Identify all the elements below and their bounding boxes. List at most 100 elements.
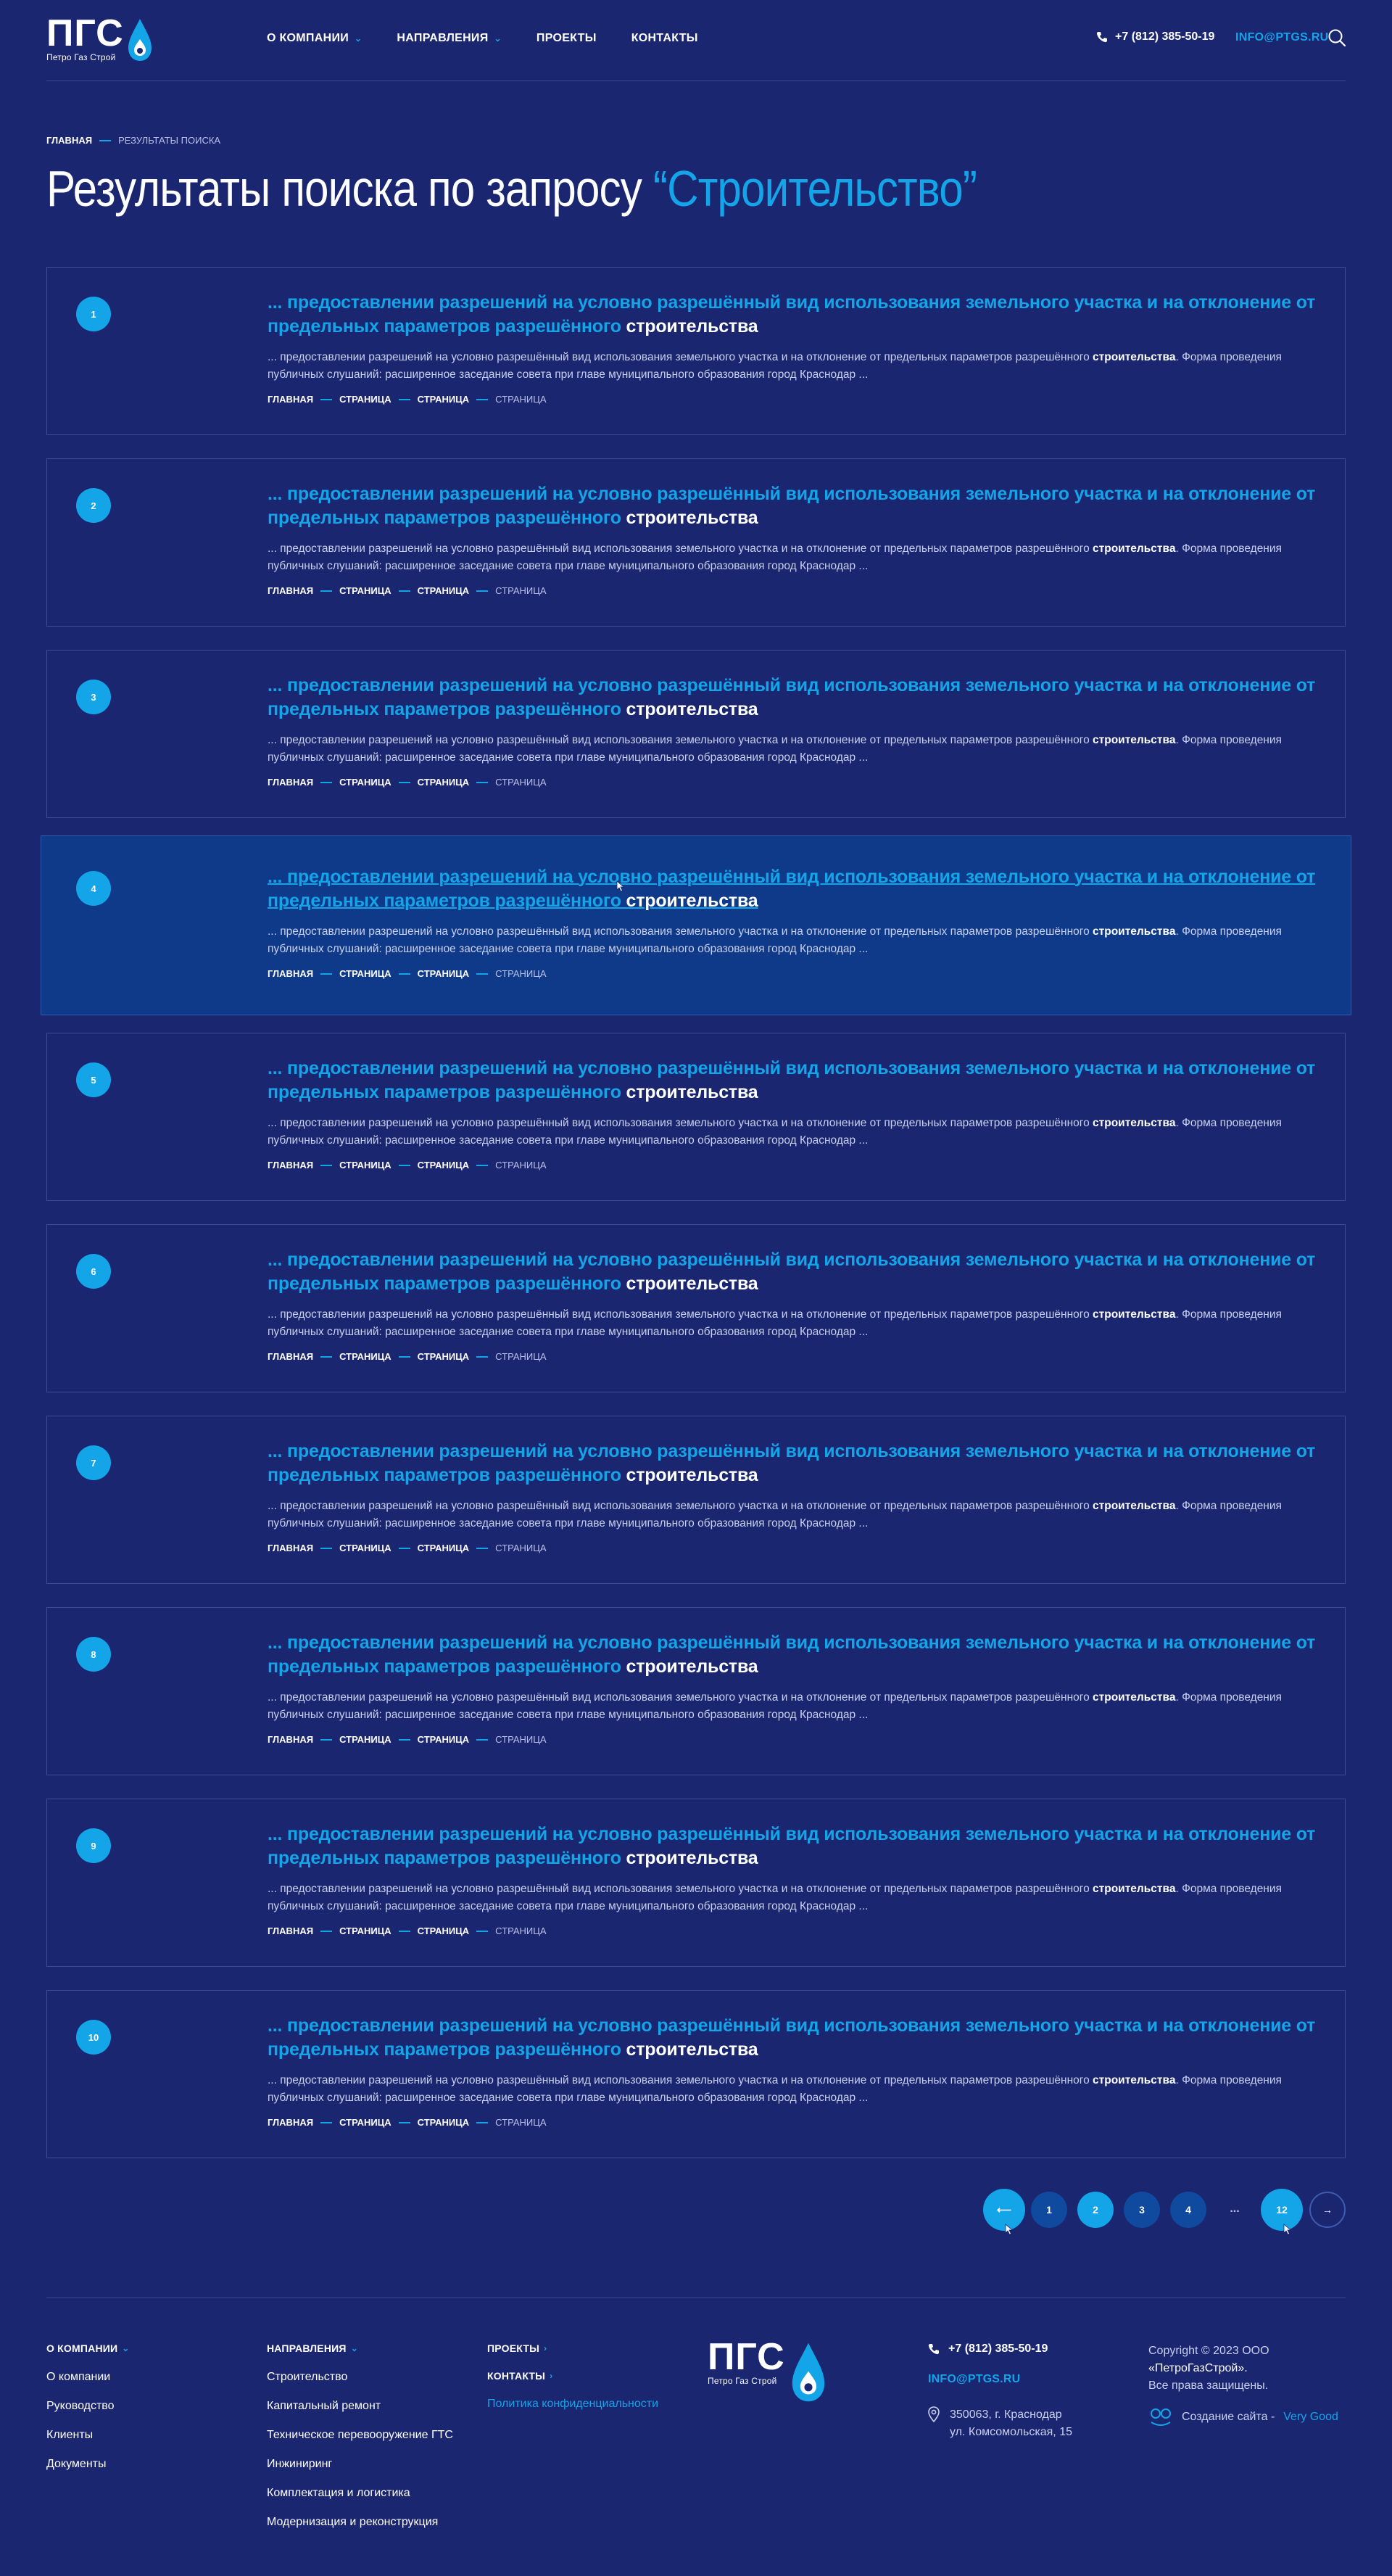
- footer-link[interactable]: Комплектация и логистика: [267, 2486, 453, 2501]
- search-result[interactable]: 3 ... предоставлении разрешений на условн…: [46, 650, 1346, 818]
- header-phone[interactable]: +7 (812) 385-50-19: [1096, 30, 1214, 44]
- developer-credit[interactable]: Создание сайта - Very Good: [1148, 2406, 1338, 2428]
- developer-link[interactable]: Very Good: [1283, 2411, 1338, 2424]
- pagination-page-last[interactable]: 12: [1261, 2189, 1303, 2231]
- footer-directions-head[interactable]: НАПРАВЛЕНИЯ ⌄: [267, 2342, 453, 2354]
- search-result[interactable]: 5 ... предоставлении разрешений на условн…: [46, 1033, 1346, 1201]
- search-result[interactable]: 9 ... предоставлении разрешений на условн…: [46, 1799, 1346, 1967]
- result-breadcrumb-item[interactable]: СТРАНИЦА: [418, 1734, 470, 1745]
- result-breadcrumb-item[interactable]: ГЛАВНАЯ: [268, 1734, 313, 1745]
- result-breadcrumb-item[interactable]: ГЛАВНАЯ: [268, 394, 313, 405]
- result-breadcrumb-item[interactable]: СТРАНИЦА: [339, 968, 392, 979]
- result-breadcrumb-item[interactable]: СТРАНИЦА: [339, 585, 392, 596]
- result-breadcrumb-item[interactable]: СТРАНИЦА: [495, 777, 546, 788]
- search-result[interactable]: 8 ... предоставлении разрешений на условн…: [46, 1607, 1346, 1775]
- search-result[interactable]: 1 ... предоставлении разрешений на условн…: [46, 267, 1346, 435]
- header-email[interactable]: INFO@PTGS.RU: [1235, 31, 1329, 44]
- result-breadcrumb-item[interactable]: СТРАНИЦА: [418, 1160, 470, 1171]
- result-title-link[interactable]: ... предоставлении разрешений на условно…: [268, 482, 1355, 530]
- footer-contacts-link[interactable]: КОНТАКТЫ ›: [487, 2370, 658, 2382]
- search-result[interactable]: 7 ... предоставлении разрешений на условн…: [46, 1416, 1346, 1584]
- footer-company-column: О КОМПАНИИ ⌄ О компании Руководство Клие…: [46, 2342, 130, 2486]
- result-breadcrumb-item[interactable]: СТРАНИЦА: [418, 1925, 470, 1936]
- result-breadcrumb-item[interactable]: СТРАНИЦА: [339, 1543, 392, 1553]
- pagination-next-button[interactable]: →: [1309, 2192, 1346, 2228]
- result-breadcrumb-item[interactable]: СТРАНИЦА: [418, 1351, 470, 1362]
- result-breadcrumb-item[interactable]: СТРАНИЦА: [495, 1543, 546, 1553]
- footer-logo[interactable]: ПГС Петро Газ Строй: [708, 2338, 829, 2403]
- footer-link[interactable]: Техническое перевооружение ГТС: [267, 2428, 453, 2443]
- result-breadcrumb-item[interactable]: СТРАНИЦА: [495, 1925, 546, 1936]
- search-result[interactable]: 4 ... предоставлении разрешений на условн…: [41, 835, 1351, 1015]
- search-icon[interactable]: [1327, 28, 1347, 48]
- nav-item-company[interactable]: О КОМПАНИИ ⌄: [267, 32, 362, 45]
- footer-link[interactable]: Документы: [46, 2457, 130, 2472]
- result-title-highlight: строительства: [626, 2039, 758, 2060]
- privacy-policy-link[interactable]: Политика конфиденциальности: [487, 2398, 658, 2411]
- footer-phone[interactable]: +7 (812) 385-50-19: [928, 2342, 1072, 2356]
- result-breadcrumb-item[interactable]: СТРАНИЦА: [495, 394, 546, 405]
- pagination-page-4[interactable]: 4: [1170, 2192, 1206, 2228]
- result-title-link[interactable]: ... предоставлении разрешений на условно…: [268, 1822, 1355, 1870]
- result-breadcrumb-item[interactable]: ГЛАВНАЯ: [268, 1160, 313, 1171]
- result-breadcrumb-item[interactable]: СТРАНИЦА: [339, 777, 392, 788]
- result-breadcrumb-item[interactable]: СТРАНИЦА: [418, 1543, 470, 1553]
- result-title-link[interactable]: ... предоставлении разрешений на условно…: [268, 1440, 1355, 1487]
- result-breadcrumb-item[interactable]: ГЛАВНАЯ: [268, 2117, 313, 2128]
- result-breadcrumb-item[interactable]: СТРАНИЦА: [495, 1160, 546, 1171]
- nav-item-projects[interactable]: ПРОЕКТЫ: [536, 32, 597, 45]
- breadcrumb-home[interactable]: ГЛАВНАЯ: [46, 135, 92, 146]
- result-breadcrumb-item[interactable]: СТРАНИЦА: [339, 1351, 392, 1362]
- result-breadcrumb-item[interactable]: СТРАНИЦА: [418, 777, 470, 788]
- result-breadcrumb-item[interactable]: ГЛАВНАЯ: [268, 585, 313, 596]
- footer-email[interactable]: INFO@PTGS.RU: [928, 2373, 1072, 2386]
- pagination-page-3[interactable]: 3: [1124, 2192, 1160, 2228]
- result-breadcrumb-item[interactable]: ГЛАВНАЯ: [268, 1543, 313, 1553]
- pagination-page-2[interactable]: 2: [1077, 2192, 1114, 2228]
- breadcrumb-separator: [476, 398, 489, 400]
- result-title-link[interactable]: ... предоставлении разрешений на условно…: [268, 674, 1355, 722]
- nav-item-directions[interactable]: НАПРАВЛЕНИЯ ⌄: [397, 32, 502, 45]
- result-breadcrumb-item[interactable]: СТРАНИЦА: [418, 968, 470, 979]
- search-result[interactable]: 2 ... предоставлении разрешений на условн…: [46, 458, 1346, 627]
- logo[interactable]: ПГС Петро Газ Строй: [46, 15, 153, 62]
- result-breadcrumb-item[interactable]: СТРАНИЦА: [339, 394, 392, 405]
- footer-link[interactable]: Руководство: [46, 2399, 130, 2414]
- result-breadcrumb-item[interactable]: СТРАНИЦА: [418, 2117, 470, 2128]
- result-breadcrumb-item[interactable]: ГЛАВНАЯ: [268, 1925, 313, 1936]
- result-breadcrumb-item[interactable]: СТРАНИЦА: [495, 968, 546, 979]
- result-breadcrumb-item[interactable]: СТРАНИЦА: [339, 1734, 392, 1745]
- search-result[interactable]: 6 ... предоставлении разрешений на условн…: [46, 1224, 1346, 1392]
- footer-link[interactable]: Строительство: [267, 2370, 453, 2385]
- footer-link[interactable]: Капитальный ремонт: [267, 2399, 453, 2414]
- result-breadcrumb-item[interactable]: СТРАНИЦА: [339, 1925, 392, 1936]
- result-breadcrumb-item[interactable]: СТРАНИЦА: [339, 2117, 392, 2128]
- breadcrumb-separator: [320, 590, 333, 592]
- result-title-link[interactable]: ... предоставлении разрешений на условно…: [268, 1248, 1355, 1296]
- footer-link[interactable]: Инжиниринг: [267, 2457, 453, 2472]
- result-breadcrumb-item[interactable]: ГЛАВНАЯ: [268, 968, 313, 979]
- result-breadcrumb-item[interactable]: СТРАНИЦА: [495, 1351, 546, 1362]
- result-breadcrumb-item[interactable]: СТРАНИЦА: [495, 2117, 546, 2128]
- footer-projects-link[interactable]: ПРОЕКТЫ ›: [487, 2342, 658, 2354]
- result-breadcrumb-item[interactable]: ГЛАВНАЯ: [268, 1351, 313, 1362]
- result-breadcrumb-item[interactable]: СТРАНИЦА: [418, 394, 470, 405]
- footer-link[interactable]: Модернизация и реконструкция: [267, 2515, 453, 2530]
- footer-link[interactable]: Клиенты: [46, 2428, 130, 2443]
- result-title-link[interactable]: ... предоставлении разрешений на условно…: [268, 291, 1355, 339]
- result-breadcrumb-item[interactable]: СТРАНИЦА: [418, 585, 470, 596]
- result-title-link[interactable]: ... предоставлении разрешений на условно…: [268, 1057, 1355, 1105]
- footer-link[interactable]: О компании: [46, 2370, 130, 2385]
- result-breadcrumb-item[interactable]: ГЛАВНАЯ: [268, 777, 313, 788]
- result-breadcrumb-item[interactable]: СТРАНИЦА: [495, 1734, 546, 1745]
- pagination-page-1[interactable]: 1: [1031, 2192, 1067, 2228]
- result-breadcrumb-item[interactable]: СТРАНИЦА: [495, 585, 546, 596]
- nav-item-contacts[interactable]: КОНТАКТЫ: [631, 32, 698, 45]
- footer-company-head[interactable]: О КОМПАНИИ ⌄: [46, 2342, 130, 2354]
- result-title-link[interactable]: ... предоставлении разрешений на условно…: [268, 2014, 1355, 2062]
- result-breadcrumb-item[interactable]: СТРАНИЦА: [339, 1160, 392, 1171]
- pagination-prev-button[interactable]: ⟵: [983, 2189, 1025, 2231]
- search-result[interactable]: 10 ... предоставлении разрешений на услов…: [46, 1990, 1346, 2158]
- result-title-link[interactable]: ... предоставлении разрешений на условно…: [268, 865, 1355, 913]
- result-title-link[interactable]: ... предоставлении разрешений на условно…: [268, 1631, 1355, 1679]
